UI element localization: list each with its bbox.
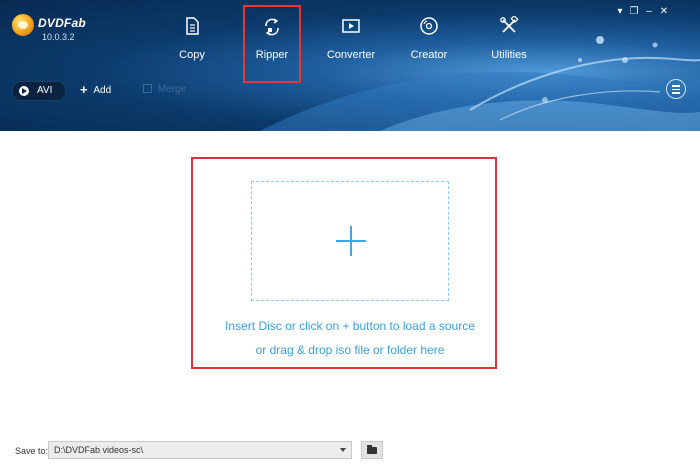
nav-copy-label: Copy	[179, 49, 205, 61]
dropzone-hint-line-2: or drag & drop iso file or folder here	[255, 343, 445, 357]
merge-label: Merge	[157, 84, 187, 95]
main-menu-button[interactable]	[666, 79, 686, 99]
logo-mascot-icon	[12, 14, 34, 36]
restore-window-control[interactable]: ❐	[628, 6, 640, 17]
film-play-icon	[342, 19, 360, 33]
nav-ripper-label: Ripper	[255, 49, 289, 61]
save-path-select[interactable]: D:\DVDFab videos-sc\	[48, 441, 352, 459]
merge-icon	[143, 84, 152, 93]
dvdfab-logo: DVDFab 10.0.3.2	[12, 10, 86, 42]
disc-icon	[420, 17, 438, 35]
nav-utilities[interactable]: Utilities	[466, 0, 552, 75]
save-to-label: Save to:	[15, 446, 49, 456]
profile-label: AVI	[37, 85, 53, 96]
nav-converter-label: Converter	[326, 49, 376, 61]
nav-converter[interactable]: Converter	[308, 0, 394, 75]
add-button[interactable]: + Add	[80, 82, 111, 98]
nav-creator[interactable]: Creator	[386, 0, 472, 75]
logo-text: DVDFab	[38, 16, 86, 30]
nav-ripper[interactable]: Ripper	[243, 5, 301, 83]
chevron-down-icon	[340, 448, 346, 452]
merge-button[interactable]: Merge	[143, 82, 186, 98]
close-window-control[interactable]: ✕	[658, 6, 670, 17]
minimize-window-control[interactable]: –	[643, 6, 655, 17]
hamburger-icon-line	[672, 92, 680, 94]
plus-icon: +	[80, 82, 88, 97]
nav-utilities-label: Utilities	[491, 49, 527, 61]
hamburger-icon	[672, 85, 680, 87]
hamburger-icon-line	[672, 88, 680, 90]
nav-creator-label: Creator	[410, 49, 448, 61]
add-label: Add	[93, 85, 112, 96]
tools-icon	[500, 16, 519, 33]
play-circle-icon	[19, 86, 29, 96]
nav-copy[interactable]: Copy	[149, 0, 235, 75]
app-header: DVDFab 10.0.3.2 Copy Ripper Converter Cr…	[0, 0, 700, 131]
dropzone-hint-line-1: Insert Disc or click on + button to load…	[225, 319, 475, 333]
document-copy-icon	[186, 17, 199, 35]
ripper-arrows-icon	[265, 18, 279, 36]
dropdown-menu-control[interactable]: ▾	[614, 6, 626, 17]
browse-folder-button[interactable]	[361, 441, 383, 459]
folder-icon	[367, 445, 377, 454]
add-source-plus-icon-vertical[interactable]	[350, 226, 352, 256]
save-path-value: D:\DVDFab videos-sc\	[54, 445, 144, 455]
profile-avi-button[interactable]: AVI	[12, 81, 66, 101]
app-version: 10.0.3.2	[42, 32, 75, 42]
